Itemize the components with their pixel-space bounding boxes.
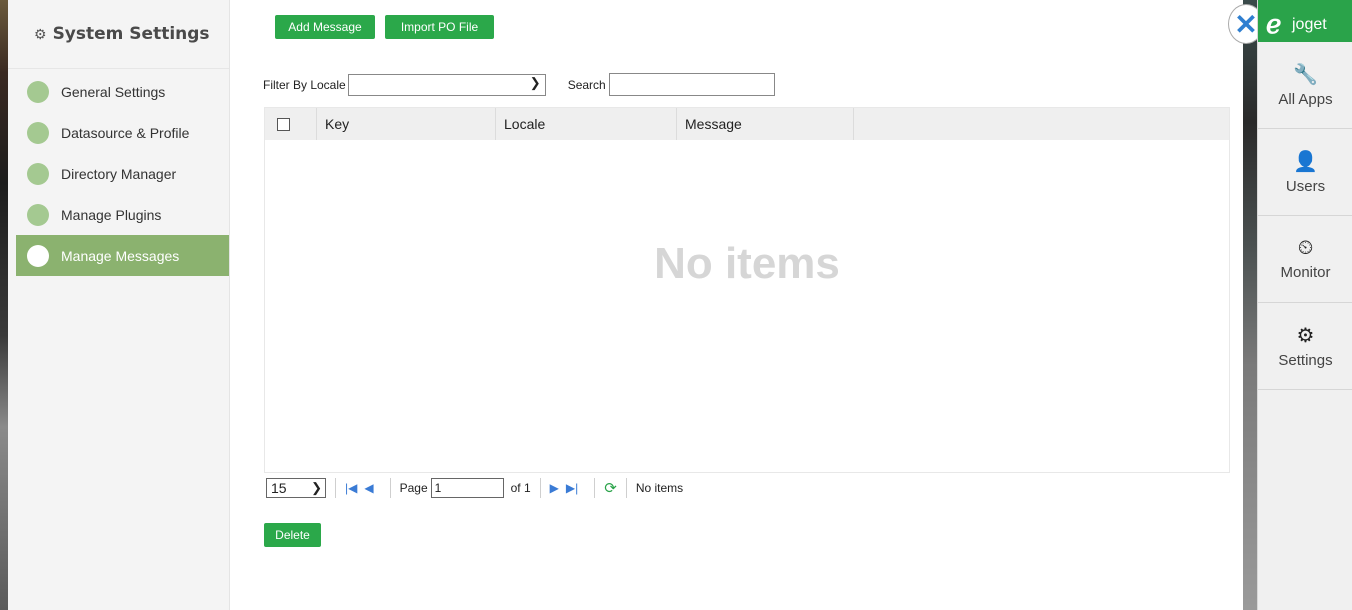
admin-rail: ℯ joget 🔧 All Apps 👤 Users ⏲ Monitor ⚙ S…: [1257, 0, 1352, 610]
sidebar-title: System Settings: [52, 24, 210, 44]
pager-status: No items: [635, 481, 684, 495]
user-icon: 👤: [1293, 151, 1318, 173]
pagination-bar: 15 ❯ |◀ ◀ Page 1 of 1 ▶ ▶| ⟳ No items: [266, 476, 683, 500]
divider: [335, 478, 336, 498]
rail-item-label: Monitor: [1280, 264, 1331, 281]
sidebar-item-label: Directory Manager: [61, 165, 177, 182]
locale-select[interactable]: ❯: [347, 73, 546, 96]
refresh-icon[interactable]: ⟳: [604, 479, 617, 497]
background-right: [1243, 0, 1257, 610]
gears-icon: ⚙: [1296, 325, 1315, 347]
logo-text: joget: [1292, 16, 1327, 33]
bullet-icon: [27, 203, 49, 226]
rail-item-settings[interactable]: ⚙ Settings: [1258, 303, 1352, 390]
filter-row: Filter By Locale ❯ Search: [263, 73, 775, 96]
column-header-key[interactable]: Key: [317, 108, 496, 140]
sidebar-item-datasource-profile[interactable]: Datasource & Profile: [8, 112, 229, 153]
page-size-value: 15: [271, 480, 287, 496]
chevron-down-icon: ❯: [529, 74, 541, 90]
page-number-input[interactable]: 1: [430, 478, 504, 498]
search-label: Search: [567, 77, 606, 92]
divider: [594, 478, 596, 498]
divider: [625, 478, 627, 498]
import-po-file-button[interactable]: Import PO File: [385, 15, 494, 39]
add-message-button[interactable]: Add Message: [275, 15, 375, 39]
previous-page-icon[interactable]: ◀: [364, 481, 373, 495]
divider: [389, 478, 391, 498]
rail-item-monitor[interactable]: ⏲ Monitor: [1258, 216, 1352, 303]
grid-header: Key Locale Message: [265, 108, 1229, 140]
rail-item-users[interactable]: 👤 Users: [1258, 129, 1352, 216]
delete-button[interactable]: Delete: [264, 523, 321, 547]
last-page-icon[interactable]: ▶|: [566, 481, 578, 495]
messages-grid: Key Locale Message No items: [264, 107, 1230, 473]
wrench-icon: 🔧: [1293, 64, 1318, 86]
joget-logo[interactable]: ℯ joget: [1258, 0, 1352, 42]
joget-logo-icon: ℯ: [1266, 9, 1282, 39]
page-size-select[interactable]: 15 ❯: [266, 478, 326, 498]
divider: [539, 478, 541, 498]
sidebar-item-label: General Settings: [61, 83, 166, 100]
sidebar-item-manage-plugins[interactable]: Manage Plugins: [8, 194, 229, 235]
next-page-icon[interactable]: ▶: [550, 481, 559, 495]
column-header-message[interactable]: Message: [677, 108, 854, 140]
dashboard-icon: ⏲: [1297, 237, 1314, 259]
rail-item-label: All Apps: [1278, 91, 1333, 108]
sidebar-item-label: Manage Messages: [61, 247, 180, 264]
sidebar-item-general-settings[interactable]: General Settings: [8, 71, 229, 112]
bullet-icon: [27, 121, 49, 144]
chevron-down-icon: ❯: [311, 480, 322, 495]
rail-item-label: Settings: [1278, 352, 1333, 369]
sidebar-item-manage-messages[interactable]: Manage Messages: [16, 235, 229, 276]
gears-icon: ⚙: [34, 25, 47, 42]
page-total-label: of 1: [510, 481, 531, 495]
column-header-locale[interactable]: Locale: [496, 108, 677, 140]
search-input[interactable]: [608, 73, 775, 96]
sidebar-item-label: Manage Plugins: [61, 206, 162, 223]
rail-item-label: Users: [1285, 178, 1326, 195]
bullet-icon: [27, 244, 49, 267]
bullet-icon: [27, 80, 49, 103]
select-all-cell: [265, 108, 317, 140]
main-content: Add Message Import PO File Filter By Loc…: [230, 0, 1242, 610]
sidebar-header: ⚙ System Settings: [8, 0, 229, 69]
settings-sidebar: ⚙ System Settings General Settings Datas…: [8, 0, 230, 610]
filter-locale-label: Filter By Locale: [263, 77, 346, 92]
bullet-icon: [27, 162, 49, 185]
sidebar-item-label: Datasource & Profile: [61, 124, 190, 141]
first-page-icon[interactable]: |◀: [345, 481, 357, 495]
background-left: [0, 0, 8, 610]
empty-state: No items: [654, 239, 840, 288]
page-label: Page: [399, 481, 428, 495]
select-all-checkbox[interactable]: [277, 117, 290, 131]
rail-item-all-apps[interactable]: 🔧 All Apps: [1258, 42, 1352, 129]
sidebar-item-directory-manager[interactable]: Directory Manager: [8, 153, 229, 194]
